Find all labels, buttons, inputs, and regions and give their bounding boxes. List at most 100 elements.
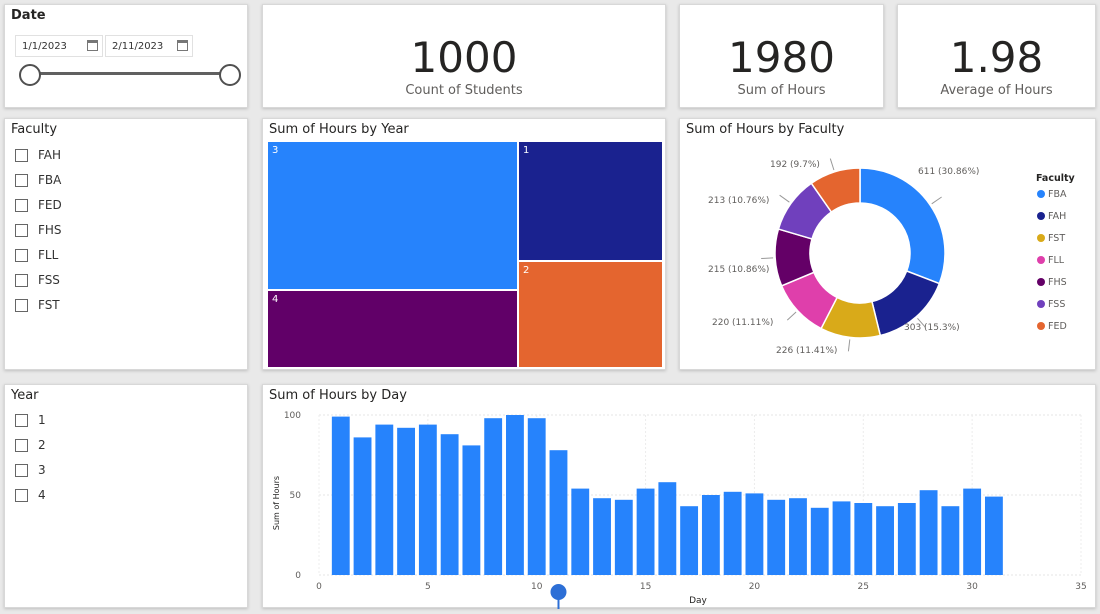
date-range-end-handle[interactable]: [219, 64, 241, 86]
x-tick-label: 15: [640, 582, 651, 592]
start-date-input[interactable]: 1/1/2023: [15, 35, 103, 57]
legend-item-fah[interactable]: FAH: [1048, 211, 1066, 222]
bar-day-9[interactable]: [506, 415, 524, 575]
year-option-4[interactable]: 4: [15, 486, 46, 504]
bar-day-30[interactable]: [963, 488, 982, 575]
legend-item-fss[interactable]: FSS: [1048, 299, 1065, 310]
donut-slice-fba[interactable]: [859, 167, 946, 285]
play-axis-handle[interactable]: [550, 584, 567, 600]
donut-data-label: 192 (9.7%): [770, 160, 820, 170]
bar-day-28[interactable]: [919, 490, 938, 575]
legend-marker: [1037, 256, 1045, 264]
date-range-start-handle[interactable]: [19, 64, 41, 86]
bar-day-8[interactable]: [484, 418, 503, 575]
date-slicer: Date 1/1/2023 2/11/2023: [4, 4, 248, 108]
faculty-option-fst[interactable]: FST: [15, 296, 60, 314]
bar-day-20[interactable]: [745, 493, 764, 575]
data-label-leader: [786, 311, 797, 321]
bar-day-24[interactable]: [832, 501, 851, 575]
checkbox[interactable]: [15, 223, 28, 237]
checkbox[interactable]: [15, 488, 28, 502]
bar-day-26[interactable]: [876, 506, 894, 575]
checkbox[interactable]: [15, 273, 28, 287]
bar-day-19[interactable]: [723, 491, 742, 575]
bar-day-27[interactable]: [897, 503, 916, 575]
treemap-cell-year-2[interactable]: 2: [518, 261, 663, 368]
x-tick-label: 5: [425, 582, 431, 592]
legend-marker: [1037, 278, 1045, 286]
legend-marker: [1037, 234, 1045, 242]
bar-day-11[interactable]: [549, 450, 568, 575]
data-label-leader: [847, 339, 851, 352]
x-tick-label: 35: [1075, 582, 1086, 592]
bar-day-17[interactable]: [680, 506, 699, 575]
option-label: FED: [38, 198, 62, 212]
y-tick-label: 0: [295, 571, 301, 581]
treemap-cell-year-4[interactable]: 4: [267, 290, 518, 368]
legend-marker: [1037, 190, 1045, 198]
legend-marker: [1037, 322, 1045, 330]
bar-day-10[interactable]: [527, 418, 546, 575]
legend-item-fba[interactable]: FBA: [1048, 189, 1067, 200]
treemap-cell-year-1[interactable]: 1: [518, 141, 663, 261]
legend-item-fll[interactable]: FLL: [1048, 255, 1065, 266]
bar-day-29[interactable]: [941, 506, 960, 575]
treemap-cell-year-3[interactable]: 3: [267, 141, 518, 290]
treemap-cell-label: 4: [272, 294, 279, 305]
bar-day-25[interactable]: [854, 503, 873, 575]
faculty-option-fll[interactable]: FLL: [15, 246, 58, 264]
calendar-icon[interactable]: [87, 40, 98, 51]
bar-day-3[interactable]: [375, 424, 394, 575]
checkbox[interactable]: [15, 148, 28, 162]
end-date-input[interactable]: 2/11/2023: [105, 35, 193, 57]
treemap-title: Sum of Hours by Year: [269, 122, 409, 137]
year-option-1[interactable]: 1: [15, 411, 46, 429]
bar-day-23[interactable]: [810, 507, 829, 575]
donut-data-label: 226 (11.41%): [776, 346, 837, 356]
checkbox[interactable]: [15, 463, 28, 477]
faculty-option-fed[interactable]: FED: [15, 196, 62, 214]
bar-day-7[interactable]: [462, 445, 481, 575]
bar-day-18[interactable]: [701, 495, 720, 575]
checkbox[interactable]: [15, 413, 28, 427]
bar-day-13[interactable]: [593, 498, 611, 575]
donut-data-label: 215 (10.86%): [708, 265, 769, 275]
checkbox[interactable]: [15, 298, 28, 312]
kpi-card-sum-of-hours: 1980 Sum of Hours: [679, 4, 884, 108]
faculty-option-fah[interactable]: FAH: [15, 146, 61, 164]
bar-day-4[interactable]: [397, 427, 416, 575]
calendar-icon[interactable]: [177, 40, 188, 51]
bar-day-6[interactable]: [440, 434, 459, 575]
year-option-2[interactable]: 2: [15, 436, 46, 454]
date-range-track[interactable]: [29, 72, 231, 75]
treemap-cell-label: 1: [523, 145, 530, 156]
kpi-card-average-of-hours: 1.98 Average of Hours: [897, 4, 1096, 108]
bar-day-2[interactable]: [353, 437, 372, 575]
bar-day-5[interactable]: [418, 424, 437, 575]
option-label: FAH: [38, 148, 62, 162]
year-option-3[interactable]: 3: [15, 461, 46, 479]
bar-day-16[interactable]: [658, 482, 677, 575]
bar-day-22[interactable]: [789, 498, 807, 575]
bar-day-21[interactable]: [767, 499, 786, 575]
bar-day-12[interactable]: [571, 488, 590, 575]
bar-day-14[interactable]: [614, 499, 633, 575]
checkbox[interactable]: [15, 248, 28, 262]
faculty-option-fhs[interactable]: FHS: [15, 221, 62, 239]
faculty-option-fss[interactable]: FSS: [15, 271, 60, 289]
bar-chart-card: Sum of Hours by Day 0 50 100 0 5 10 15 20 25 30 35…: [262, 384, 1096, 609]
year-slicer-title: Year: [11, 388, 39, 403]
checkbox[interactable]: [15, 438, 28, 452]
option-label: 1: [38, 413, 46, 427]
legend-item-fst[interactable]: FST: [1048, 233, 1065, 244]
legend-item-fed[interactable]: FED: [1048, 321, 1067, 332]
faculty-option-fba[interactable]: FBA: [15, 171, 61, 189]
bar-day-31[interactable]: [984, 496, 1003, 575]
checkbox[interactable]: [15, 173, 28, 187]
x-tick-label: 20: [749, 582, 761, 592]
bar-day-1[interactable]: [331, 416, 350, 575]
legend-item-fhs[interactable]: FHS: [1048, 277, 1067, 288]
checkbox[interactable]: [15, 198, 28, 212]
donut-data-label: 220 (11.11%): [712, 318, 773, 328]
bar-day-15[interactable]: [636, 488, 655, 575]
